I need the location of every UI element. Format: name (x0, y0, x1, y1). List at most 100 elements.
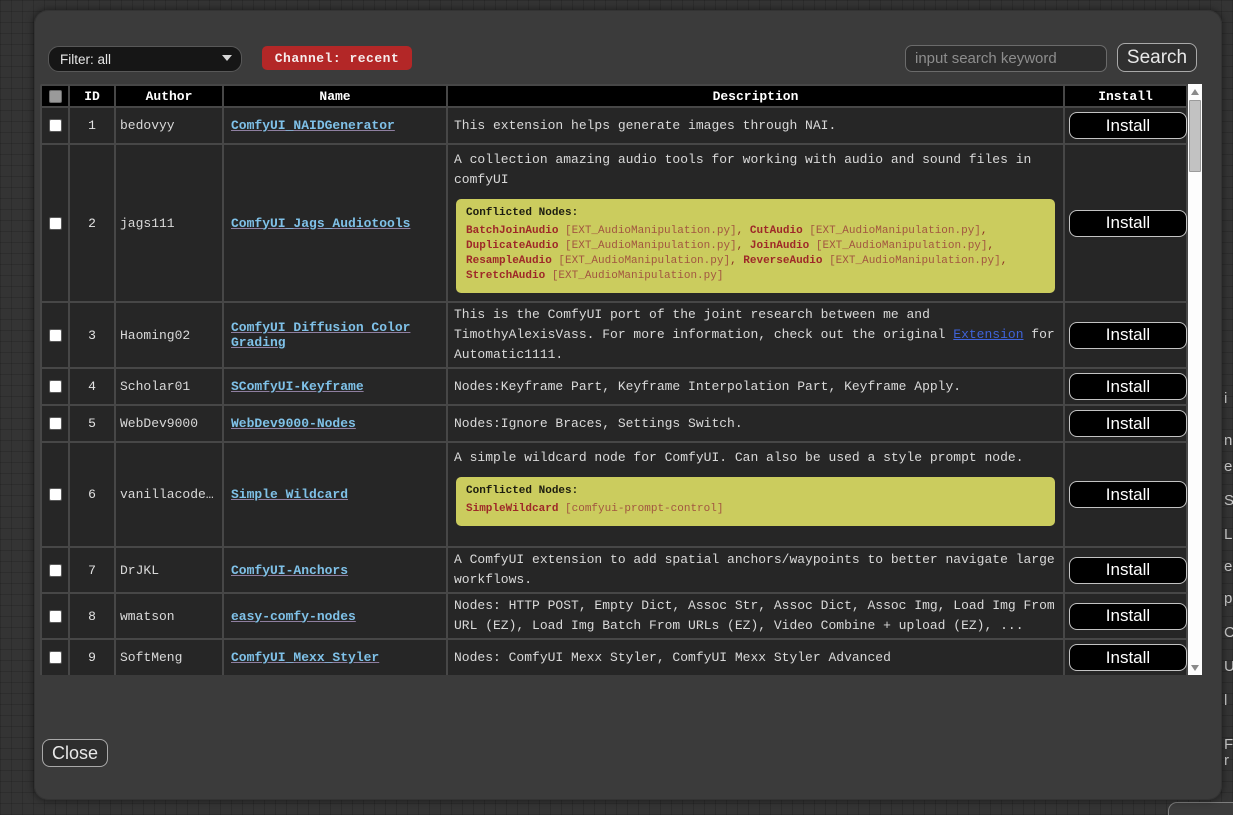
row-checkbox-cell (42, 303, 68, 367)
table-row: 2jags111 ComfyUI_Jags_Audiotools A collect… (42, 145, 1186, 301)
header-author: Author (116, 86, 222, 106)
search-button[interactable]: Search (1117, 43, 1197, 72)
row-name-cell: ComfyUI-Anchors (224, 548, 446, 592)
row-author: SoftMeng (116, 640, 222, 675)
row-description: A ComfyUI extension to add spatial ancho… (448, 548, 1063, 592)
install-button[interactable]: Install (1069, 481, 1187, 508)
row-description: This extension helps generate images thr… (448, 108, 1063, 143)
table-row: 9SoftMengComfyUI_Mexx_StylerNodes: Comfy… (42, 640, 1186, 675)
conflict-node-source: [EXT_AudioManipulation.py] (545, 270, 723, 282)
scrollbar-up-arrow-icon[interactable] (1188, 84, 1202, 99)
row-checkbox[interactable] (49, 564, 62, 577)
row-name-cell: ComfyUI_Mexx_Styler (224, 640, 446, 675)
install-button[interactable]: Install (1069, 557, 1187, 584)
extension-name-link[interactable]: ComfyUI_NAIDGenerator (231, 118, 395, 133)
header-name: Name (224, 86, 446, 106)
background-partial-glyph: U (1224, 658, 1233, 675)
row-id: 4 (70, 369, 114, 404)
background-partial-glyph: n (1224, 432, 1232, 449)
install-button[interactable]: Install (1069, 112, 1187, 139)
conflicted-nodes-warning: Conflicted Nodes:BatchJoinAudio [EXT_Aud… (456, 199, 1055, 293)
conflict-node-name: JoinAudio (750, 240, 809, 252)
row-checkbox[interactable] (49, 488, 62, 501)
table-row: 6vanillacode…Simple WildcardA simple wil… (42, 443, 1186, 546)
row-checkbox[interactable] (49, 610, 62, 623)
row-checkbox[interactable] (49, 417, 62, 430)
row-author: Scholar01 (116, 369, 222, 404)
row-checkbox[interactable] (49, 651, 62, 664)
row-install-cell: Install (1065, 145, 1186, 301)
table-row: 7DrJKLComfyUI-AnchorsA ComfyUI extension… (42, 548, 1186, 592)
background-partial-glyph: l (1224, 692, 1227, 709)
row-checkbox-cell (42, 406, 68, 441)
background-partial-glyph: L (1224, 526, 1232, 543)
install-button[interactable]: Install (1069, 322, 1187, 349)
header-description: Description (448, 86, 1063, 106)
filter-select[interactable]: Filter: all (48, 46, 242, 72)
row-name-cell: Simple Wildcard (224, 443, 446, 546)
row-install-cell: Install (1065, 548, 1186, 592)
row-install-cell: Install (1065, 640, 1186, 675)
select-all-checkbox[interactable] (49, 90, 62, 103)
row-checkbox[interactable] (49, 217, 62, 230)
row-id: 2 (70, 145, 114, 301)
row-checkbox[interactable] (49, 380, 62, 393)
row-author: bedovyy (116, 108, 222, 143)
scrollbar-thumb[interactable] (1189, 100, 1201, 172)
header-id: ID (70, 86, 114, 106)
row-checkbox[interactable] (49, 329, 62, 342)
table-row: 1bedovyyComfyUI_NAIDGeneratorThis extens… (42, 108, 1186, 143)
extension-name-link[interactable]: ComfyUI Diffusion Color Grading (231, 320, 410, 350)
table-scrollbar[interactable] (1188, 84, 1202, 675)
extension-name-link[interactable]: Simple Wildcard (231, 487, 348, 502)
table-row: 8wmatsoneasy-comfy-nodesNodes: HTTP POST… (42, 594, 1186, 638)
extension-name-link[interactable]: easy-comfy-nodes (231, 609, 356, 624)
conflict-node-source: [EXT_AudioManipulation.py] (558, 240, 736, 252)
row-checkbox-cell (42, 443, 68, 546)
extension-name-link[interactable]: ComfyUI_Mexx_Styler (231, 650, 379, 665)
close-button[interactable]: Close (42, 739, 108, 767)
install-button[interactable]: Install (1069, 210, 1187, 237)
scrollbar-down-arrow-icon[interactable] (1188, 660, 1202, 675)
extension-table: ID Author Name Description Install 1bedo… (40, 84, 1188, 675)
row-name-cell: WebDev9000-Nodes (224, 406, 446, 441)
description-link[interactable]: Extension (953, 327, 1023, 342)
row-id: 5 (70, 406, 114, 441)
install-button[interactable]: Install (1069, 644, 1187, 671)
row-author: Haoming02 (116, 303, 222, 367)
row-description: A collection amazing audio tools for wor… (448, 145, 1063, 301)
row-description: This is the ComfyUI port of the joint re… (448, 303, 1063, 367)
conflict-node-source: [EXT_AudioManipulation.py] (803, 225, 981, 237)
background-menu-strip: ineSLepCUlFr (1222, 0, 1233, 815)
row-install-cell: Install (1065, 594, 1186, 638)
row-author: jags111 (116, 145, 222, 301)
row-description: Nodes: ComfyUI Mexx Styler, ComfyUI Mexx… (448, 640, 1063, 675)
conflict-node-name: CutAudio (750, 225, 803, 237)
install-button[interactable]: Install (1069, 410, 1187, 437)
channel-badge: Channel: recent (262, 46, 412, 70)
extension-name-link[interactable]: WebDev9000-Nodes (231, 416, 356, 431)
row-description: Nodes: HTTP POST, Empty Dict, Assoc Str,… (448, 594, 1063, 638)
conflict-node-name: ReverseAudio (743, 255, 822, 267)
search-input[interactable] (905, 45, 1107, 72)
header-install: Install (1065, 86, 1186, 106)
extension-name-link[interactable]: ComfyUI_Jags_Audiotools (231, 216, 410, 231)
row-install-cell: Install (1065, 443, 1186, 546)
extension-name-link[interactable]: ComfyUI-Anchors (231, 563, 348, 578)
background-partial-glyph: i (1224, 390, 1227, 407)
row-install-cell: Install (1065, 108, 1186, 143)
header-select-all (42, 86, 68, 106)
row-checkbox-cell (42, 108, 68, 143)
install-button[interactable]: Install (1069, 603, 1187, 630)
background-partial-glyph: e (1224, 458, 1232, 475)
row-name-cell: SComfyUI-Keyframe (224, 369, 446, 404)
table-row: 5WebDev9000WebDev9000-NodesNodes:Ignore … (42, 406, 1186, 441)
row-install-cell: Install (1065, 303, 1186, 367)
conflict-node-name: BatchJoinAudio (466, 225, 558, 237)
install-button[interactable]: Install (1069, 373, 1187, 400)
row-checkbox[interactable] (49, 119, 62, 132)
row-description: Nodes:Ignore Braces, Settings Switch. (448, 406, 1063, 441)
extension-name-link[interactable]: SComfyUI-Keyframe (231, 379, 364, 394)
custom-nodes-installer-dialog: Filter: all Channel: recent Search ID Au… (34, 10, 1222, 800)
table-row: 4Scholar01SComfyUI-KeyframeNodes:Keyfram… (42, 369, 1186, 404)
